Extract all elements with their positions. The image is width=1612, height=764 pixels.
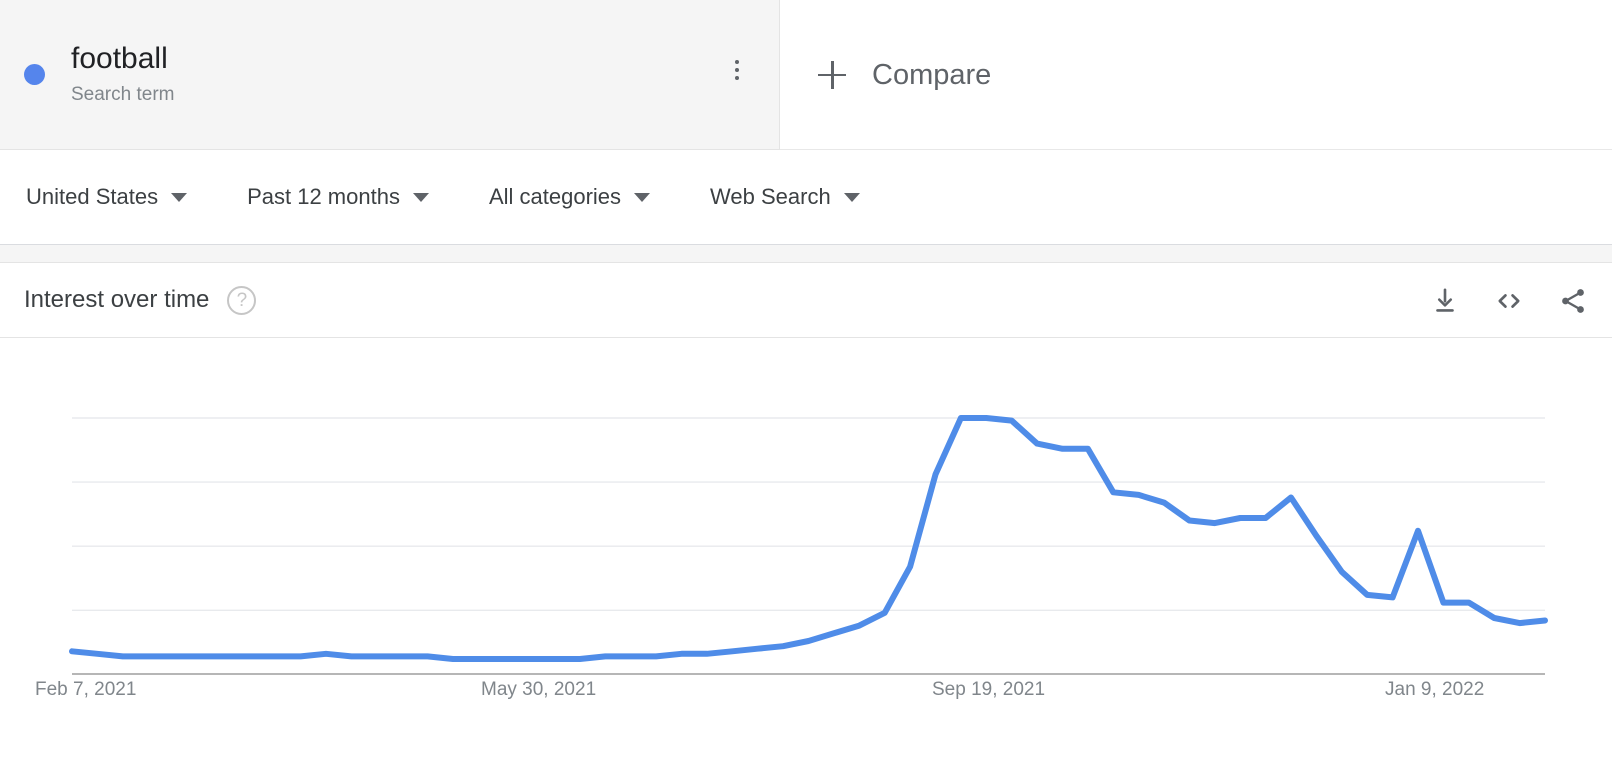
chart-canvas [0,338,1612,698]
compare-zone: Compare [780,0,1612,150]
add-comparison-button[interactable]: Compare [818,58,991,92]
chevron-down-icon [413,193,429,202]
filter-category-label: All categories [489,183,621,211]
x-axis-labels: Feb 7, 2021 May 30, 2021 Sep 19, 2021 Ja… [0,678,1612,718]
section-divider [0,245,1612,263]
chevron-down-icon [634,193,650,202]
interest-over-time-header: Interest over time ? [0,263,1612,338]
search-term-texts: football Search term [71,41,174,108]
download-icon[interactable] [1430,286,1460,316]
more-vert-icon[interactable] [717,50,757,90]
compare-label: Compare [872,58,991,92]
search-term-name: football [71,41,174,77]
share-icon[interactable] [1558,286,1588,316]
embed-code-icon[interactable] [1494,286,1524,316]
plus-icon [818,61,846,89]
chevron-down-icon [171,193,187,202]
filter-location-label: United States [26,183,158,211]
series-line-football [72,418,1545,659]
search-term-card[interactable]: football Search term [0,0,780,150]
help-circle-icon[interactable]: ? [227,286,256,315]
chevron-down-icon [844,193,860,202]
filter-time-range[interactable]: Past 12 months [247,183,429,211]
page-title: Interest over time [24,285,209,315]
filter-location[interactable]: United States [26,183,187,211]
interest-over-time-chart[interactable]: 100 75 50 25 Feb 7, 2021 May 30, 2021 Se… [0,338,1612,762]
filter-category[interactable]: All categories [489,183,650,211]
filter-time-range-label: Past 12 months [247,183,400,211]
search-term-bar: football Search term Compare [0,0,1612,150]
series-color-dot [24,64,45,85]
filter-search-type[interactable]: Web Search [710,183,860,211]
x-axis-tick: Sep 19, 2021 [932,678,1045,702]
filter-bar: United States Past 12 months All categor… [0,150,1612,245]
filter-search-type-label: Web Search [710,183,831,211]
chart-actions [1430,263,1588,338]
x-axis-tick: Feb 7, 2021 [35,678,136,702]
search-term-type: Search term [71,82,174,108]
interest-over-time-card: Interest over time ? [0,263,1612,763]
x-axis-tick: Jan 9, 2022 [1385,678,1484,702]
x-axis-tick: May 30, 2021 [481,678,596,702]
